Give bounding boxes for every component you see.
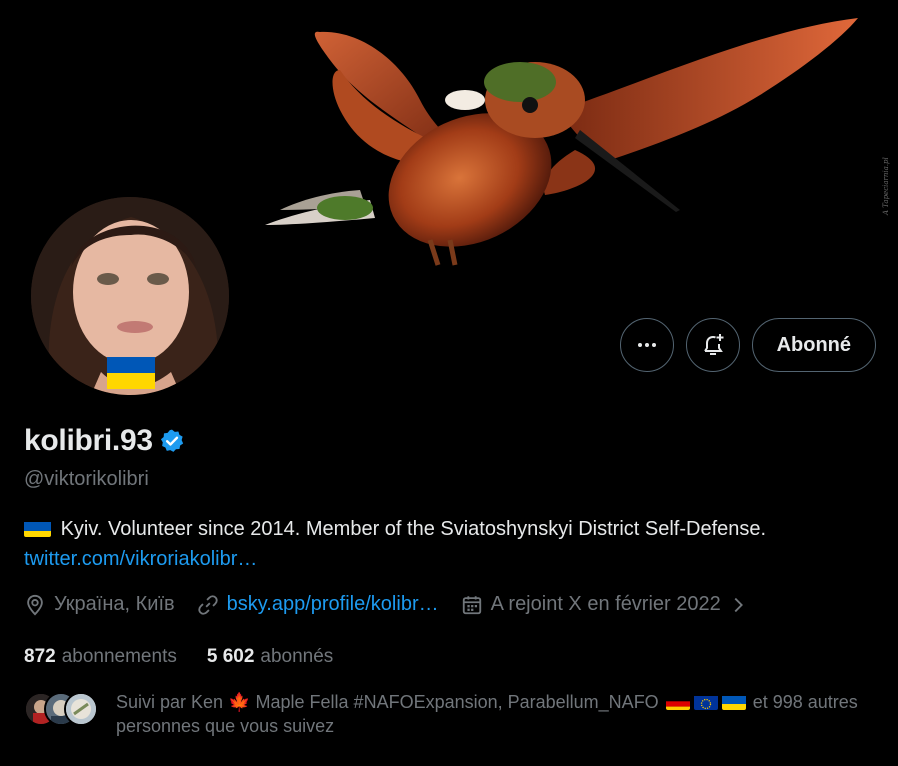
verified-badge-icon[interactable] — [159, 428, 185, 454]
following-label: abonnements — [61, 646, 177, 667]
followers-stat[interactable]: 5 602 abonnés — [207, 646, 333, 668]
eu-flag-icon — [693, 694, 718, 710]
germany-flag-icon — [665, 694, 690, 710]
following-count: 872 — [24, 646, 56, 667]
followed-by[interactable]: Suivi par Ken 🍁 Maple Fella #NAFOExpansi… — [24, 690, 866, 738]
followers-label: abonnés — [260, 646, 334, 667]
followed-by-names: Maple Fella #NAFOExpansion, Parabellum_N… — [255, 692, 659, 712]
profile-avatar[interactable] — [28, 194, 232, 398]
followers-count: 5 602 — [206, 646, 255, 667]
profile-actions: Abonné — [619, 318, 876, 372]
location-pin-icon — [27, 594, 43, 615]
bio-link[interactable]: twitter.com/vikroriakolibr… — [24, 548, 257, 570]
ukraine-flag-icon — [721, 694, 746, 710]
ukraine-flag-icon — [24, 519, 51, 537]
chevron-right-icon — [734, 597, 743, 612]
more-button[interactable] — [619, 318, 674, 372]
website-item[interactable]: bsky.app/profile/kolibr… — [197, 593, 439, 616]
followed-by-text[interactable]: Suivi par Ken 🍁 Maple Fella #NAFOExpansi… — [116, 690, 866, 738]
more-icon — [637, 343, 656, 347]
website-link[interactable]: bsky.app/profile/kolibr… — [227, 593, 439, 616]
follower-avatars — [24, 692, 98, 728]
profile-meta: Україна, Київ bsky.app/profile/kolibr… A… — [24, 593, 769, 616]
maple-leaf-icon: 🍁 — [228, 692, 251, 712]
joined-item[interactable]: A rejoint X en février 2022 — [461, 593, 747, 616]
profile-stats: 872 abonnements 5 602 abonnés — [24, 646, 333, 668]
calendar-icon — [462, 595, 481, 614]
link-icon — [198, 594, 218, 615]
location-text: Україна, Київ — [54, 593, 175, 615]
banner-watermark: A Tapeciarnia.pl — [882, 157, 890, 215]
following-button[interactable]: Abonné — [751, 318, 876, 372]
profile-handle: @viktorikolibri — [24, 468, 149, 490]
profile-bio: Kyiv. Volunteer since 2014. Member of th… — [24, 514, 844, 574]
joined-text: A rejoint X en février 2022 — [490, 593, 721, 615]
avatar-photo — [31, 197, 229, 395]
bio-text: Kyiv. Volunteer since 2014. Member of th… — [60, 518, 767, 540]
following-stat[interactable]: 872 abonnements — [24, 646, 177, 668]
notify-button[interactable] — [685, 318, 740, 372]
location-item: Україна, Київ — [24, 593, 175, 616]
followed-by-prefix: Suivi par Ken — [116, 692, 224, 712]
follower-avatar — [64, 692, 98, 726]
bell-plus-icon — [703, 334, 724, 355]
name-row: kolibri.93 — [24, 424, 185, 458]
display-name: kolibri.93 — [24, 424, 153, 457]
